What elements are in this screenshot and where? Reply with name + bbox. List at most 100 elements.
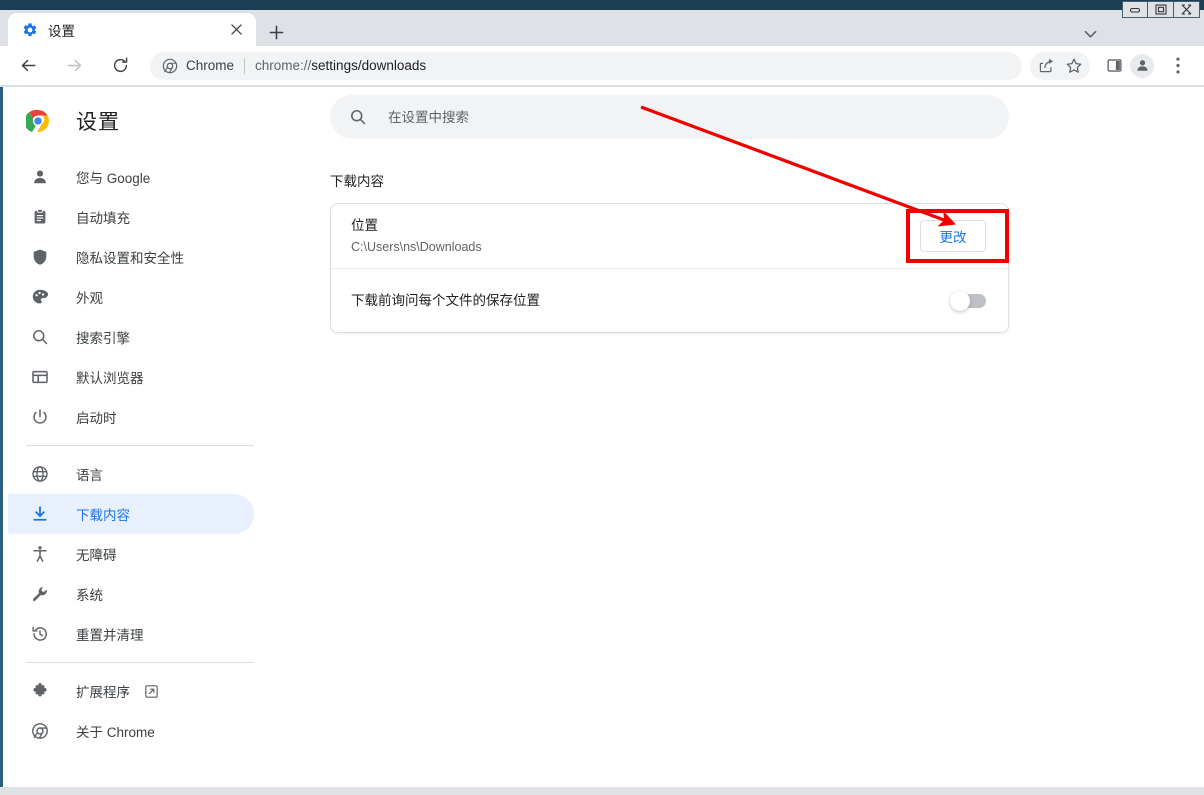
- star-icon: [1066, 58, 1082, 73]
- omnibox-divider: [244, 57, 246, 74]
- settings-nav: 您与 Google 自动填充 隐私设置和安全性 外观 搜索引擎 默认浏览器 启动…: [0, 157, 300, 751]
- share-icon: [1039, 58, 1053, 73]
- settings-page: 设置 您与 Google 自动填充 隐私设置和安全性 外观 搜索引擎 默认浏览器…: [0, 87, 1204, 795]
- sidebar-item-label: 外观: [76, 291, 103, 306]
- globe-icon: [30, 464, 50, 484]
- palette-icon: [30, 287, 50, 307]
- browser-toolbar: Chrome chrome://settings/downloads: [0, 46, 1204, 86]
- settings-sidebar: 设置 您与 Google 自动填充 隐私设置和安全性 外观 搜索引擎 默认浏览器…: [0, 87, 300, 795]
- tab-strip: 设置: [0, 10, 1204, 46]
- annotation-highlight-box: [906, 209, 1009, 263]
- sidebar-item-default-browser[interactable]: 默认浏览器: [8, 357, 254, 397]
- puzzle-icon: [30, 681, 50, 701]
- reload-button[interactable]: [106, 52, 134, 80]
- window-bottom-strip: [0, 787, 1204, 795]
- search-icon: [30, 327, 50, 347]
- chrome-logo-icon: [26, 109, 49, 132]
- sidebar-item-label: 语言: [76, 468, 103, 483]
- browser-window-icon: [30, 367, 50, 387]
- toggle-knob: [950, 290, 970, 311]
- arrow-left-icon: [21, 59, 35, 72]
- sidebar-item-accessibility[interactable]: 无障碍: [8, 534, 254, 574]
- shield-icon: [30, 247, 50, 267]
- forward-button[interactable]: [60, 52, 88, 80]
- download-icon: [30, 504, 50, 524]
- settings-title: 设置: [76, 111, 120, 134]
- ask-where-to-save-toggle[interactable]: [950, 290, 986, 311]
- sidebar-item-on-startup[interactable]: 启动时: [8, 397, 254, 437]
- row-label: 位置: [351, 217, 378, 233]
- share-button[interactable]: [1032, 52, 1060, 80]
- external-link-icon: [144, 684, 159, 699]
- search-icon: [348, 107, 368, 127]
- sidebar-item-label: 搜索引擎: [76, 331, 130, 346]
- tab-settings[interactable]: 设置: [8, 13, 256, 46]
- toolbar-action-pill: [1030, 51, 1090, 80]
- address-bar[interactable]: Chrome chrome://settings/downloads: [150, 51, 1022, 80]
- maximize-icon: [1154, 4, 1167, 15]
- toolbar-actions: [1030, 51, 1196, 80]
- browser-window: 设置 Chrome chrome://settings/downloads 设置…: [0, 0, 1204, 795]
- sidebar-item-label: 重置并清理: [76, 628, 144, 643]
- chrome-menu-button[interactable]: [1164, 52, 1192, 80]
- minimize-icon: [1129, 7, 1141, 13]
- close-icon: [1181, 4, 1192, 15]
- bookmark-button[interactable]: [1060, 52, 1088, 80]
- window-minimize-button[interactable]: [1122, 1, 1148, 18]
- chrome-icon: [162, 58, 178, 73]
- window-controls: [1122, 1, 1200, 18]
- sidebar-item-label: 扩展程序: [76, 685, 130, 700]
- sidebar-item-privacy-security[interactable]: 隐私设置和安全性: [8, 237, 254, 277]
- reload-icon: [113, 57, 127, 73]
- os-title-bar: [0, 0, 1204, 10]
- sidebar-item-label: 您与 Google: [76, 171, 151, 186]
- sidebar-item-label: 下载内容: [76, 508, 130, 523]
- sidebar-divider: [26, 662, 254, 663]
- ask-where-to-save-row: 下载前询问每个文件的保存位置: [331, 268, 1008, 332]
- row-label: 下载前询问每个文件的保存位置: [351, 292, 540, 308]
- side-panel-icon: [1106, 59, 1122, 72]
- omnibox-url: chrome://settings/downloads: [255, 58, 426, 73]
- close-icon: [230, 24, 242, 35]
- url-path: settings/downloads: [311, 58, 427, 73]
- gear-icon: [23, 22, 37, 36]
- profile-button[interactable]: [1128, 52, 1156, 80]
- sidebar-item-downloads[interactable]: 下载内容: [8, 494, 254, 534]
- sidebar-item-label: 系统: [76, 588, 103, 603]
- sidebar-item-autofill[interactable]: 自动填充: [8, 197, 254, 237]
- sidebar-item-search-engine[interactable]: 搜索引擎: [8, 317, 254, 357]
- plus-icon: [269, 25, 283, 39]
- window-maximize-button[interactable]: [1148, 1, 1174, 18]
- sidebar-item-label: 无障碍: [76, 548, 117, 563]
- new-tab-button[interactable]: [262, 18, 290, 46]
- power-icon: [30, 407, 50, 427]
- sidebar-item-label: 默认浏览器: [76, 371, 144, 386]
- sidebar-item-label: 自动填充: [76, 211, 130, 226]
- sidebar-item-label: 启动时: [76, 411, 117, 426]
- sidebar-item-appearance[interactable]: 外观: [8, 277, 254, 317]
- side-panel-button[interactable]: [1100, 52, 1128, 80]
- back-button[interactable]: [14, 52, 42, 80]
- sidebar-item-about-chrome[interactable]: 关于 Chrome: [8, 711, 254, 751]
- sidebar-item-label: 关于 Chrome: [76, 725, 155, 740]
- sidebar-divider: [26, 445, 254, 446]
- more-vertical-icon: [1176, 57, 1180, 74]
- row-text: 下载前询问每个文件的保存位置: [351, 291, 952, 311]
- url-scheme: chrome://: [255, 58, 312, 73]
- sidebar-item-you-and-google[interactable]: 您与 Google: [8, 157, 254, 197]
- window-close-button[interactable]: [1174, 1, 1200, 18]
- sidebar-item-reset-cleanup[interactable]: 重置并清理: [8, 614, 254, 654]
- person-icon: [30, 167, 50, 187]
- sidebar-item-languages[interactable]: 语言: [8, 454, 254, 494]
- sidebar-item-system[interactable]: 系统: [8, 574, 254, 614]
- row-text: 位置 C:\Users\ns\Downloads: [351, 216, 920, 257]
- wrench-icon: [30, 584, 50, 604]
- window-left-border: [0, 87, 3, 787]
- sidebar-item-extensions[interactable]: 扩展程序: [8, 671, 254, 711]
- tab-search-button[interactable]: [1076, 20, 1104, 48]
- sidebar-item-label: 隐私设置和安全性: [76, 251, 184, 266]
- tab-close-button[interactable]: [226, 20, 246, 40]
- search-input[interactable]: [388, 109, 1009, 125]
- chevron-down-icon: [1084, 30, 1096, 38]
- settings-search[interactable]: [330, 95, 1009, 139]
